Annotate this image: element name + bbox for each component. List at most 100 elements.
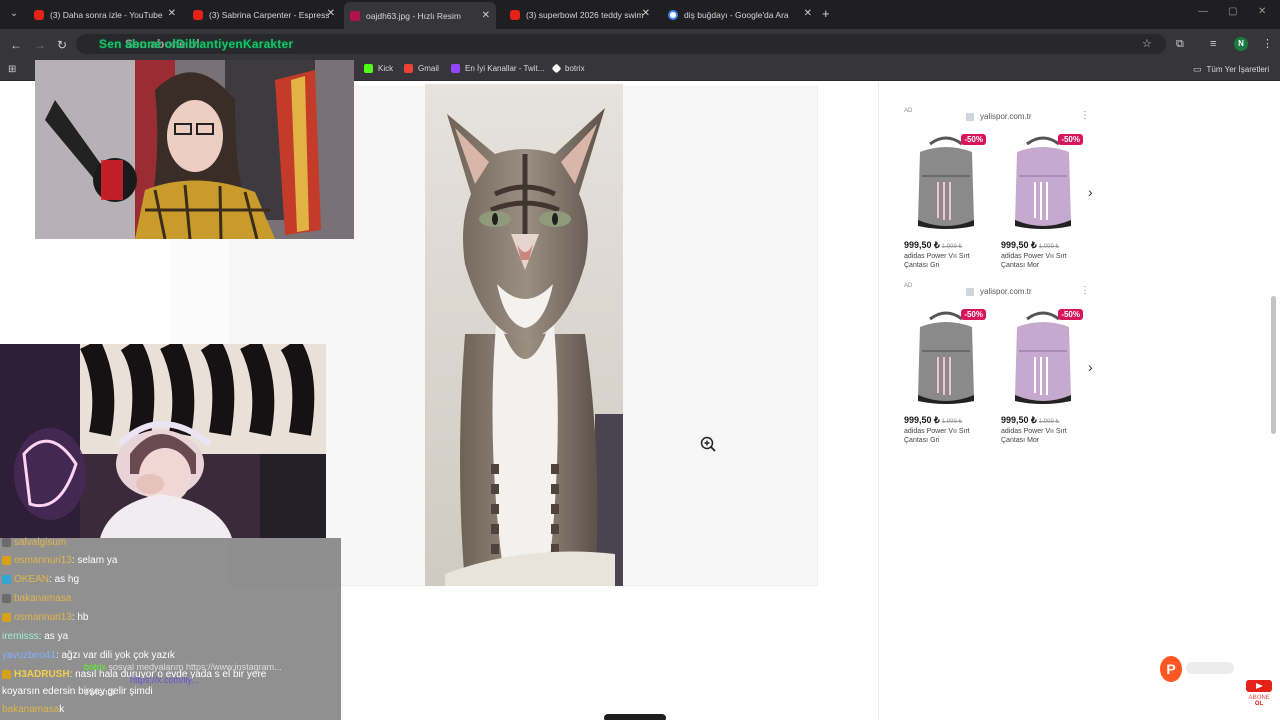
chevron-right-icon[interactable]: ›	[1088, 184, 1093, 200]
site-favicon-icon	[966, 288, 974, 296]
all-bookmarks-folder[interactable]: ▭ Tüm Yer İşaretleri	[1193, 64, 1269, 75]
viewer-toolbar-handle[interactable]	[604, 714, 666, 720]
chat-message: iremisss : as ya	[2, 630, 69, 642]
ad-options-icon[interactable]: ⋮	[1080, 110, 1090, 121]
screen: ⌄ (3) Daha sonra izle - YouTube ✕ (3) Sa…	[0, 0, 1280, 720]
gmail-icon	[404, 64, 413, 73]
chat-badge-icon	[2, 537, 11, 547]
ad-card[interactable]: AD yalispor.com.tr ⋮ -50% 999,50 ₺ 1.999 …	[900, 106, 1098, 274]
tab-image-viewer[interactable]: oajdh63.jpg - Hızlı Resim ✕	[344, 2, 496, 29]
chat-message: bakanamasa	[2, 589, 71, 607]
chat-message: osmannuri13 : hb	[2, 608, 89, 626]
discount-badge: -50%	[961, 309, 986, 320]
profile-avatar[interactable]: N	[1234, 37, 1248, 51]
tab-google-search[interactable]: diş buğdayı - Google'da Ara ✕	[668, 4, 812, 25]
close-window-icon[interactable]: ✕	[1258, 6, 1266, 17]
bot-message: botrix sosyal medyalarım https://www.ins…	[84, 662, 282, 672]
bookmark-star-icon[interactable]: ☆	[1142, 37, 1152, 51]
botrix-icon	[551, 63, 562, 74]
webcam-overlay-top	[35, 60, 354, 239]
media-icon[interactable]: ≡	[1210, 37, 1216, 51]
bot-message-link: https://x.com/lly...	[130, 675, 199, 685]
zoom-in-icon[interactable]	[700, 436, 716, 452]
product-price: 999,50 ₺ 1.999 ₺	[1001, 240, 1060, 250]
image-icon	[350, 10, 360, 21]
close-tab-icon[interactable]: ✕	[482, 10, 490, 21]
chat-message: osmannuri13 : selam ya	[2, 551, 117, 569]
close-tab-icon[interactable]: ✕	[804, 8, 812, 19]
new-tab-icon[interactable]: +	[822, 6, 830, 22]
tab-title: (3) Daha sonra izle - YouTube	[50, 9, 163, 20]
tab-strip: ⌄ (3) Daha sonra izle - YouTube ✕ (3) Sa…	[0, 0, 1280, 29]
product-name: adidas Power Vıı Sırt Çantası Gri	[904, 253, 970, 269]
tab-title: oajdh63.jpg - Hızlı Resim	[366, 10, 461, 21]
close-tab-icon[interactable]: ✕	[168, 8, 176, 19]
product-name: adidas Power Vıı Sırt Çantası Gri	[904, 428, 970, 444]
tab-title: (3) superbowl 2026 teddy swim	[526, 9, 644, 20]
product-name: adidas Power Vıı Sırt Çantası Mor	[1001, 428, 1067, 444]
youtube-icon	[34, 9, 44, 20]
chat-badge-icon	[2, 669, 11, 679]
page-scrollbar[interactable]	[1271, 296, 1276, 434]
bookmark-kick[interactable]: Kick	[364, 64, 393, 73]
svg-text:OL: OL	[1255, 701, 1264, 706]
bookmark-botrix[interactable]: botrix	[551, 63, 585, 74]
backpack-image	[918, 311, 974, 404]
product-price: 999,50 ₺ 1.999 ₺	[904, 240, 963, 250]
backpack-image	[1015, 311, 1071, 404]
chat-message: OKEAN : as hg	[2, 570, 79, 588]
chat-badge-icon	[2, 612, 11, 622]
sidebar-divider	[878, 82, 879, 720]
ad-label: AD	[904, 283, 913, 289]
ad-card[interactable]: AD yalispor.com.tr ⋮ -50% 999,50 ₺ 1.999 …	[900, 281, 1098, 449]
product-price: 999,50 ₺ 1.999 ₺	[1001, 415, 1060, 425]
bookmark-twitch-channels[interactable]: En İyi Kanallar - Twit...	[451, 64, 544, 73]
close-tab-icon[interactable]: ✕	[642, 8, 650, 19]
site-favicon-icon	[966, 113, 974, 121]
tab-title: diş buğdayı - Google'da Ara	[684, 9, 789, 20]
discount-badge: -50%	[1058, 134, 1083, 145]
bag-body	[918, 147, 974, 226]
extensions-icon[interactable]: ⧉	[1176, 37, 1184, 51]
youtube-icon	[510, 9, 520, 20]
forward-icon[interactable]: →	[34, 38, 46, 52]
discount-badge: -50%	[961, 134, 986, 145]
patreon-progress	[1186, 662, 1234, 674]
discount-badge: -50%	[1058, 309, 1083, 320]
cat-photo[interactable]	[425, 84, 623, 586]
ad-label: AD	[904, 108, 913, 114]
chat-message: bakanamasa k	[2, 703, 65, 715]
bookmark-gmail[interactable]: Gmail	[404, 64, 439, 73]
ad-options-icon[interactable]: ⋮	[1080, 285, 1090, 296]
close-tab-icon[interactable]: ✕	[327, 8, 335, 19]
subscribe-badge: ABONE OL	[1244, 680, 1274, 707]
tab-sabrina-carpenter[interactable]: (3) Sabrina Carpenter - Espresso ✕	[193, 4, 335, 25]
ad-site[interactable]: yalispor.com.tr	[980, 112, 1032, 121]
chevron-right-icon[interactable]: ›	[1088, 359, 1093, 375]
reload-icon[interactable]: ↻	[57, 38, 67, 52]
minimize-icon[interactable]: —	[1198, 6, 1208, 17]
maximize-icon[interactable]: ▢	[1228, 6, 1237, 17]
webcam-overlay-bottom	[0, 344, 326, 538]
tab-search-icon[interactable]: ⌄	[6, 6, 22, 22]
backpack-image	[918, 136, 974, 229]
folder-icon: ▭	[1193, 64, 1202, 74]
chat-badge-icon	[2, 555, 11, 565]
patreon-icon: P	[1160, 656, 1182, 682]
backpack-image	[1015, 136, 1071, 229]
tab-youtube-watch-later[interactable]: (3) Daha sonra izle - YouTube ✕	[34, 4, 176, 25]
twitch-icon	[451, 64, 460, 73]
menu-kebab-icon[interactable]: ⋮	[1262, 37, 1273, 51]
youtube-icon	[193, 9, 203, 20]
tab-superbowl[interactable]: (3) superbowl 2026 teddy swim ✕	[510, 4, 650, 25]
bot-message-extra: ewlendi	[84, 687, 115, 697]
chat-badge-icon	[2, 574, 11, 584]
ad-site[interactable]: yalispor.com.tr	[980, 287, 1032, 296]
back-icon[interactable]: ←	[10, 38, 22, 52]
chat-badge-icon	[2, 593, 11, 603]
kick-icon	[364, 64, 373, 73]
apps-grid-icon[interactable]: ⊞	[8, 64, 16, 75]
google-icon	[668, 9, 678, 20]
tab-title: (3) Sabrina Carpenter - Espresso	[209, 9, 329, 20]
chat-message: salvalgisum	[2, 533, 66, 551]
